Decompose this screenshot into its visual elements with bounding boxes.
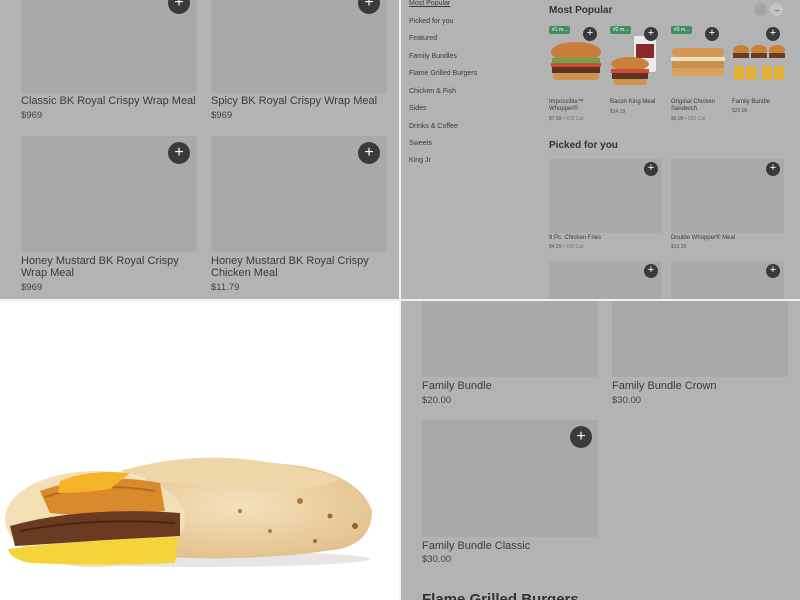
item-name: Family Bundle — [732, 99, 771, 105]
popular-card[interactable]: #3 m... + Original Chicken Sandwich $5.9… — [671, 26, 725, 124]
item-price: $969 — [211, 110, 233, 121]
nav-item-king-jr[interactable]: King Jr — [409, 157, 431, 164]
item-price: $13.39 — [671, 244, 687, 250]
menu-card[interactable]: + Spicy BK Royal Crispy Wrap Meal $969 — [211, 0, 387, 130]
add-item-button[interactable]: + — [705, 27, 719, 41]
add-item-button[interactable]: + — [168, 142, 190, 164]
add-item-button[interactable]: + — [644, 264, 658, 278]
item-name: Classic BK Royal Crispy Wrap Meal — [21, 95, 196, 107]
most-popular-heading: Most Popular — [549, 5, 613, 16]
item-name: Bacon King Meal — [610, 99, 656, 105]
popular-card[interactable]: #1 m... + Impossible™ Whopper® $7.69 • 6… — [549, 26, 603, 124]
item-image — [211, 0, 387, 93]
item-price: $30.00 — [422, 554, 452, 565]
item-price: $969 — [21, 110, 43, 121]
rank-badge: #2 m... — [610, 26, 632, 34]
picked-card[interactable]: + — [549, 261, 662, 299]
picked-card[interactable]: + Double Whopper® Meal $13.39 — [671, 159, 784, 253]
nav-item-featured[interactable]: Featured — [409, 35, 437, 42]
menu-card[interactable]: + Honey Mustard BK Royal Crispy Chicken … — [211, 136, 387, 296]
add-item-button[interactable]: + — [644, 27, 658, 41]
menu-card[interactable]: + Family Bundle Classic $30.00 — [422, 420, 598, 570]
item-name: Family Bundle Classic — [422, 540, 531, 552]
item-name: Family Bundle — [422, 380, 492, 392]
carousel-next-button[interactable]: → — [770, 3, 783, 16]
item-image — [21, 0, 197, 93]
menu-card[interactable]: Family Bundle Crown $30.00 — [612, 301, 788, 411]
item-name: Double Whopper® Meal — [671, 235, 736, 241]
panel-divider-horizontal — [0, 299, 800, 301]
nav-item-drinks-coffee[interactable]: Drinks & Coffee — [409, 123, 458, 130]
item-name: 9 Pc. Chicken Fries — [549, 235, 602, 241]
picked-for-you-heading: Picked for you — [549, 140, 618, 151]
item-name: Honey Mustard BK Royal Crispy Chicken Me… — [211, 255, 369, 279]
nav-item-chicken-fish[interactable]: Chicken & Fish — [409, 88, 456, 95]
item-name: Family Bundle Crown — [612, 380, 717, 392]
item-name: Spicy BK Royal Crispy Wrap Meal — [211, 95, 378, 107]
menu-panel-overview: Most Popular Picked for you Featured Fam… — [401, 0, 800, 299]
add-item-button[interactable]: + — [766, 162, 780, 176]
item-price: $14.19 — [610, 109, 626, 115]
item-image — [612, 301, 788, 377]
rank-badge: #1 m... — [549, 26, 571, 34]
arrow-right-icon: → — [772, 5, 781, 14]
add-item-button[interactable]: + — [570, 426, 592, 448]
add-item-button[interactable]: + — [766, 27, 780, 41]
item-name: Impossible™ Whopper® — [549, 99, 584, 112]
item-price: $969 — [21, 282, 43, 293]
item-price: $4.59 • 430 Cal — [549, 244, 584, 250]
rank-badge: #3 m... — [671, 26, 693, 34]
menu-panel-wraps: + Classic BK Royal Crispy Wrap Meal $969… — [0, 0, 400, 300]
nav-item-most-popular[interactable]: Most Popular — [409, 0, 450, 7]
item-price: $30.00 — [612, 395, 642, 406]
menu-card[interactable]: + Classic BK Royal Crispy Wrap Meal $969 — [21, 0, 197, 130]
menu-panel-family-bundles: Family Bundle $20.00 Family Bundle Crown… — [401, 301, 800, 600]
menu-card[interactable]: + Honey Mustard BK Royal Crispy Wrap Mea… — [21, 136, 197, 296]
add-item-button[interactable]: + — [358, 142, 380, 164]
item-price: $11.79 — [211, 282, 240, 293]
nav-item-sweets[interactable]: Sweets — [409, 140, 432, 147]
section-heading-flame-grilled-burgers: Flame Grilled Burgers — [422, 591, 579, 600]
nav-item-flame-grilled-burgers[interactable]: Flame Grilled Burgers — [409, 70, 477, 77]
popular-card[interactable]: #2 m... + Bacon King Meal $14.19 — [610, 26, 664, 124]
nav-item-sides[interactable]: Sides — [409, 105, 427, 112]
item-name: Original Chicken Sandwich — [671, 99, 716, 112]
add-item-button[interactable]: + — [766, 264, 780, 278]
nav-item-picked-for-you[interactable]: Picked for you — [409, 18, 453, 25]
item-price: $20.00 — [422, 395, 452, 406]
popular-card[interactable]: + Family Bundle $20.00 — [732, 26, 786, 124]
add-item-button[interactable]: + — [583, 27, 597, 41]
carousel-prev-button[interactable]: ← — [754, 3, 767, 16]
item-price: $7.69 • 629 Cal — [549, 116, 584, 122]
breakfast-wrap-image — [5, 457, 372, 567]
nav-item-family-bundles[interactable]: Family Bundles — [409, 53, 457, 60]
item-image — [422, 301, 598, 377]
picked-card[interactable]: + 9 Pc. Chicken Fries $4.59 • 430 Cal — [549, 159, 662, 253]
item-name: Honey Mustard BK Royal Crispy Wrap Meal — [21, 255, 179, 279]
product-photo-panel — [0, 301, 400, 600]
item-price: $20.00 — [732, 108, 748, 114]
item-price: $5.99 • 662 Cal — [671, 116, 706, 122]
add-item-button[interactable]: + — [644, 162, 658, 176]
picked-card[interactable]: + — [671, 261, 784, 299]
menu-card[interactable]: Family Bundle $20.00 — [422, 301, 598, 411]
arrow-left-icon: ← — [756, 5, 765, 14]
